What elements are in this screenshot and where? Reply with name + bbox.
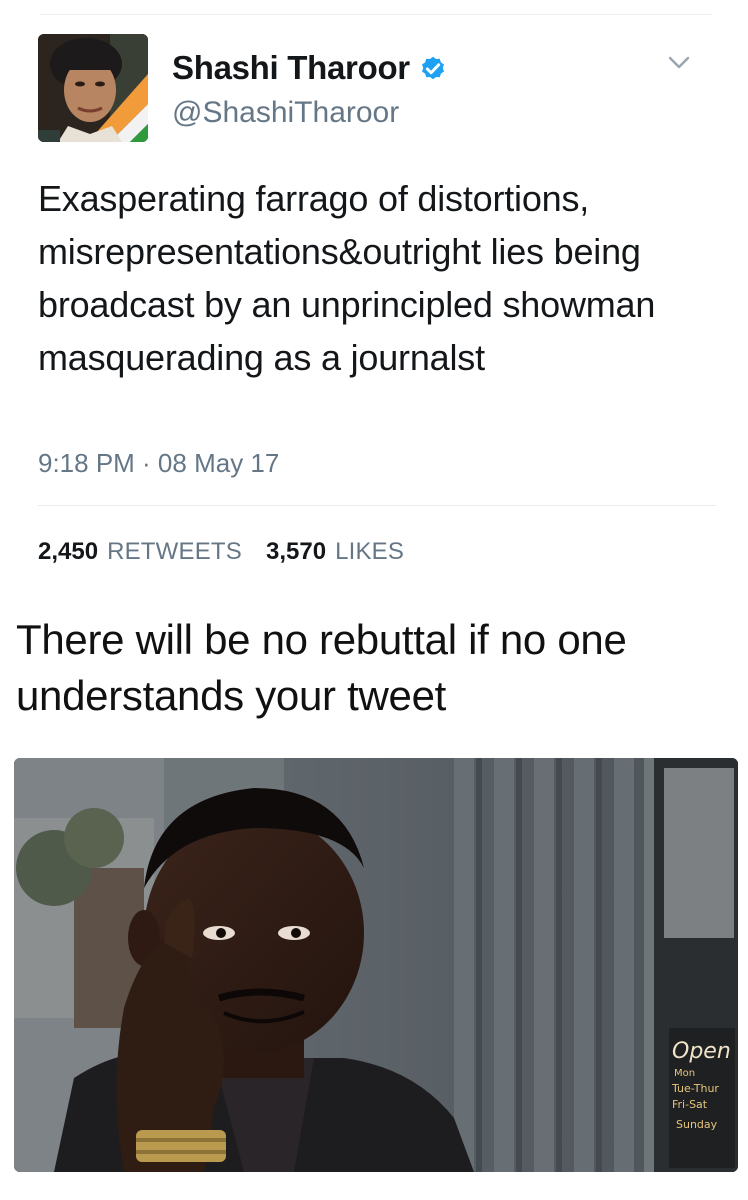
display-name[interactable]: Shashi Tharoor <box>172 49 410 87</box>
likes-stat[interactable]: 3,570 LIKES <box>266 538 404 566</box>
tweet-card: Shashi Tharoor @ShashiTharoor Exasperati… <box>0 0 748 590</box>
chevron-down-icon[interactable] <box>664 50 694 76</box>
sign-sunday-text: Sunday <box>676 1118 718 1131</box>
tweet-stats: 2,450 RETWEETS 3,570 LIKES <box>38 538 404 566</box>
author-row: Shashi Tharoor <box>172 48 448 88</box>
avatar-image <box>38 34 148 142</box>
likes-label: LIKES <box>335 538 405 565</box>
sign-tue-thur-text: Tue-Thur <box>671 1082 719 1095</box>
retweets-count: 2,450 <box>38 538 99 565</box>
retweets-stat[interactable]: 2,450 RETWEETS <box>38 538 242 566</box>
sign-open-text: Open <box>672 1039 731 1064</box>
avatar[interactable] <box>38 34 148 142</box>
sign-mon-text: Mon <box>674 1068 695 1079</box>
sign-fri-sat-text: Fri-Sat <box>672 1098 708 1111</box>
retweets-label: RETWEETS <box>107 538 242 565</box>
tweet-timestamp[interactable]: 9:18 PM · 08 May 17 <box>38 448 279 479</box>
author-handle[interactable]: @ShashiTharoor <box>172 96 399 130</box>
likes-count: 3,570 <box>266 538 327 565</box>
stats-divider <box>38 505 716 506</box>
tweet-text: Exasperating farrago of distortions, mis… <box>38 178 656 378</box>
meme-caption: There will be no rebuttal if no one unde… <box>16 616 627 719</box>
verified-badge-icon <box>418 53 448 83</box>
meme-image: Open Mon Tue-Thur Fri-Sat Sunday <box>14 758 738 1172</box>
